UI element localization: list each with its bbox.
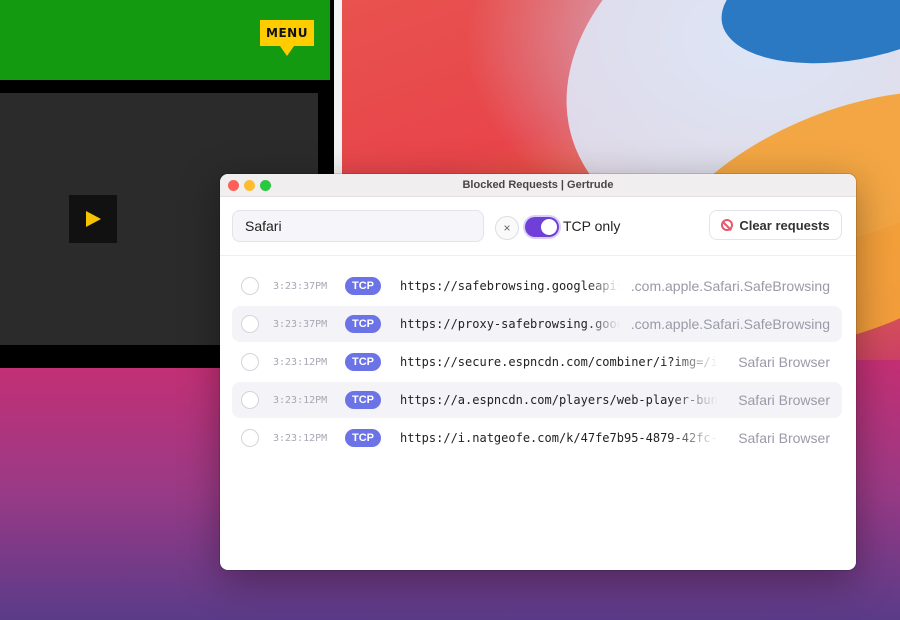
list-item[interactable]: 3:23:12PM TCP https://i.natgeofe.com/k/4… [232,420,842,456]
play-icon [86,211,101,227]
request-url: https://a.espncdn.com/players/web-player… [400,393,718,407]
request-time: 3:23:12PM [273,356,328,368]
request-url: https://proxy-safebrowsing.goog [400,317,620,331]
ban-icon [721,219,734,231]
clear-requests-label: Clear requests [739,217,830,233]
list-item[interactable]: 3:23:12PM TCP https://a.espncdn.com/play… [232,382,842,418]
request-app: Safari Browser [738,392,830,408]
clear-requests-button[interactable]: Clear requests [709,210,842,240]
protocol-badge: TCP [345,353,381,371]
protocol-badge: TCP [345,315,381,333]
tcp-only-label: TCP only [563,218,621,234]
request-time: 3:23:12PM [273,432,328,444]
menu-button[interactable]: MENU [260,20,314,56]
zoom-window-button[interactable] [260,180,271,191]
blocked-requests-window: Blocked Requests | Gertrude Safari × TCP… [220,174,856,570]
requests-list: 3:23:37PM TCP https://safebrowsing.googl… [232,268,842,458]
site-header: MENU [0,0,330,80]
list-item[interactable]: 3:23:37PM TCP https://proxy-safebrowsing… [232,306,842,342]
tcp-only-toggle[interactable] [525,217,559,237]
window-title: Blocked Requests | Gertrude [462,179,614,191]
protocol-badge: TCP [345,391,381,409]
list-item[interactable]: 3:23:12PM TCP https://secure.espncdn.com… [232,344,842,380]
select-radio[interactable] [241,277,259,295]
request-app: .com.apple.Safari.SafeBrowsing [630,316,830,332]
request-url: https://secure.espncdn.com/combiner/i?im… [400,355,718,369]
request-url: https://safebrowsing.googleapis [400,279,620,293]
minimize-window-button[interactable] [244,180,255,191]
close-window-button[interactable] [228,180,239,191]
title-bar: Blocked Requests | Gertrude [220,174,856,197]
request-time: 3:23:37PM [273,280,328,292]
protocol-badge: TCP [345,277,381,295]
request-time: 3:23:37PM [273,318,328,330]
protocol-badge: TCP [345,429,381,447]
search-input[interactable]: Safari [232,210,484,242]
clear-search-button[interactable]: × [495,216,519,240]
request-time: 3:23:12PM [273,394,328,406]
select-radio[interactable] [241,315,259,333]
select-radio[interactable] [241,353,259,371]
request-app: .com.apple.Safari.SafeBrowsing [630,278,830,294]
request-app: Safari Browser [738,354,830,370]
request-url: https://i.natgeofe.com/k/47fe7b95-4879-4… [400,431,718,445]
select-radio[interactable] [241,391,259,409]
close-icon: × [503,221,511,235]
request-app: Safari Browser [738,430,830,446]
select-radio[interactable] [241,429,259,447]
window-controls [228,180,271,191]
list-item[interactable]: 3:23:37PM TCP https://safebrowsing.googl… [232,268,842,304]
toolbar: Safari × TCP only Clear requests [220,197,856,256]
toggle-knob [541,219,557,235]
play-button[interactable] [69,195,117,243]
